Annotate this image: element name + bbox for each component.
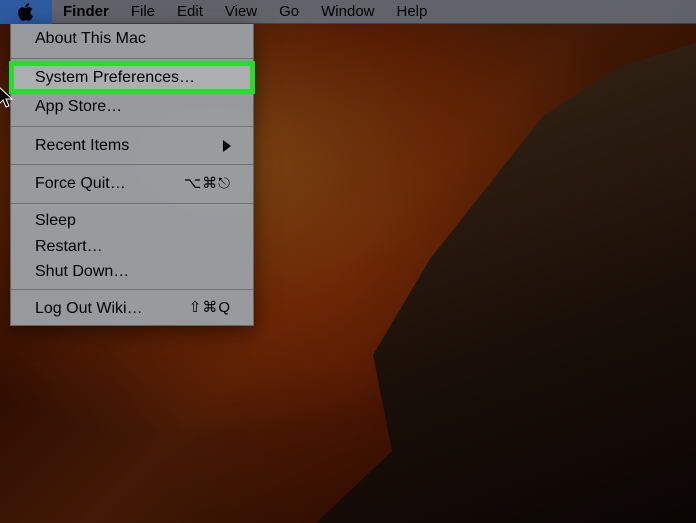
menu-force-quit[interactable]: Force Quit… ⌥⌘⎋ [11,169,253,199]
menubar-view[interactable]: View [214,0,268,24]
menubar-go[interactable]: Go [268,0,310,24]
menu-separator [11,126,253,127]
menu-log-out[interactable]: Log Out Wiki… ⇧⌘Q [11,294,253,324]
menubar-app-name[interactable]: Finder [52,0,120,24]
menu-power-group: Sleep Restart… Shut Down… [11,208,253,285]
menubar-file[interactable]: File [120,0,166,24]
menu-label: Sleep [35,210,76,232]
menu-app-store[interactable]: App Store… [11,92,253,122]
menubar-window[interactable]: Window [310,0,385,24]
chevron-right-icon [223,140,231,152]
apple-menu-dropdown: About This Mac System Preferences… App S… [10,24,254,326]
menu-label: About This Mac [35,28,146,50]
menu-shut-down[interactable]: Shut Down… [11,259,253,285]
menu-about-this-mac[interactable]: About This Mac [11,24,253,54]
menubar: Finder File Edit View Go Window Help [0,0,696,24]
menu-sleep[interactable]: Sleep [11,208,253,234]
menubar-help[interactable]: Help [386,0,439,24]
menu-label: System Preferences… [35,67,195,89]
apple-menu-button[interactable] [0,0,52,24]
apple-logo-icon [18,3,34,21]
menu-label: Log Out Wiki… [35,298,143,320]
menu-label: Restart… [35,236,103,258]
menu-shortcut: ⌥⌘⎋ [184,174,231,194]
menu-system-preferences[interactable]: System Preferences… [11,63,253,93]
menu-separator [11,289,253,290]
menu-separator [11,58,253,59]
menu-label: Force Quit… [35,173,126,195]
menu-label: Recent Items [35,135,129,157]
menu-separator [11,164,253,165]
menubar-edit[interactable]: Edit [166,0,214,24]
menu-restart[interactable]: Restart… [11,234,253,260]
menu-recent-items[interactable]: Recent Items [11,131,253,161]
menu-label: App Store… [35,96,122,118]
cursor-icon [0,86,16,110]
menu-separator [11,203,253,204]
menu-label: Shut Down… [35,261,129,283]
menu-shortcut: ⇧⌘Q [189,298,231,318]
